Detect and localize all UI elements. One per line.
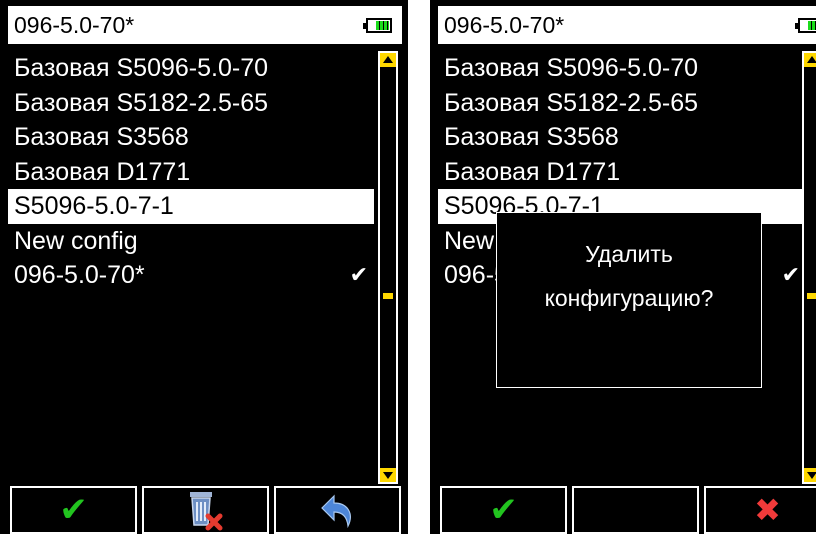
empty-softkey bbox=[572, 486, 699, 534]
delete-button[interactable] bbox=[142, 486, 269, 534]
battery-icon bbox=[795, 18, 816, 33]
delete-confirm-dialog: Удалить конфигурацию? bbox=[496, 212, 762, 388]
list-item[interactable]: Базовая S5096-5.0-70 bbox=[8, 51, 374, 86]
scrollbar[interactable] bbox=[378, 51, 398, 484]
undo-arrow-icon bbox=[320, 494, 351, 528]
list-item: Базовая D1771 bbox=[444, 157, 621, 186]
title-bar: 096-5.0-70* bbox=[438, 6, 816, 44]
confirm-button[interactable]: ✔ bbox=[10, 486, 137, 534]
config-delete-screen: 096-5.0-70* Базовая S5096-5.0-70 Базовая… bbox=[430, 0, 816, 534]
dialog-message-line2: конфигурацию? bbox=[544, 285, 714, 311]
list-item[interactable]: New config bbox=[8, 224, 374, 259]
scroll-down-icon[interactable] bbox=[380, 468, 396, 482]
battery-icon bbox=[363, 18, 392, 33]
list-item: Базовая S5182-2.5-65 bbox=[444, 88, 699, 117]
title-text: 096-5.0-70* bbox=[14, 12, 135, 38]
list-item: Базовая S5096-5.0-70 bbox=[444, 54, 699, 82]
active-check-icon: ✔ bbox=[349, 262, 368, 287]
cancel-button[interactable]: ✖ bbox=[704, 486, 816, 534]
trash-delete-icon bbox=[189, 492, 222, 531]
scrollbar bbox=[802, 51, 816, 484]
cross-icon: ✖ bbox=[754, 492, 781, 528]
config-list-screen: 096-5.0-70* Базовая S5096-5.0-70 Базовая… bbox=[0, 0, 408, 534]
title-bar: 096-5.0-70* bbox=[8, 6, 402, 44]
title-text: 096-5.0-70* bbox=[444, 12, 565, 38]
list-item-active[interactable]: 096-5.0-70* ✔ bbox=[8, 258, 374, 293]
list-item[interactable]: Базовая D1771 bbox=[8, 155, 374, 190]
list-item[interactable]: Базовая S5182-2.5-65 bbox=[8, 86, 374, 121]
list-item-selected[interactable]: S5096-5.0-7-1 bbox=[8, 189, 374, 224]
back-button[interactable] bbox=[274, 486, 401, 534]
scroll-thumb bbox=[807, 293, 816, 299]
config-list: Базовая S5096-5.0-70 Базовая S5182-2.5-6… bbox=[8, 51, 374, 293]
check-icon: ✔ bbox=[489, 491, 518, 529]
list-item: Базовая S3568 bbox=[444, 123, 619, 151]
scroll-up-icon bbox=[804, 53, 816, 67]
check-icon: ✔ bbox=[59, 491, 88, 529]
active-check-icon: ✔ bbox=[781, 262, 800, 287]
confirm-delete-button[interactable]: ✔ bbox=[440, 486, 567, 534]
scroll-thumb[interactable] bbox=[383, 293, 393, 299]
scroll-up-icon[interactable] bbox=[380, 53, 396, 67]
scroll-down-icon bbox=[804, 468, 816, 482]
dialog-message-line1: Удалить bbox=[585, 241, 673, 267]
list-item[interactable]: Базовая S3568 bbox=[8, 120, 374, 155]
